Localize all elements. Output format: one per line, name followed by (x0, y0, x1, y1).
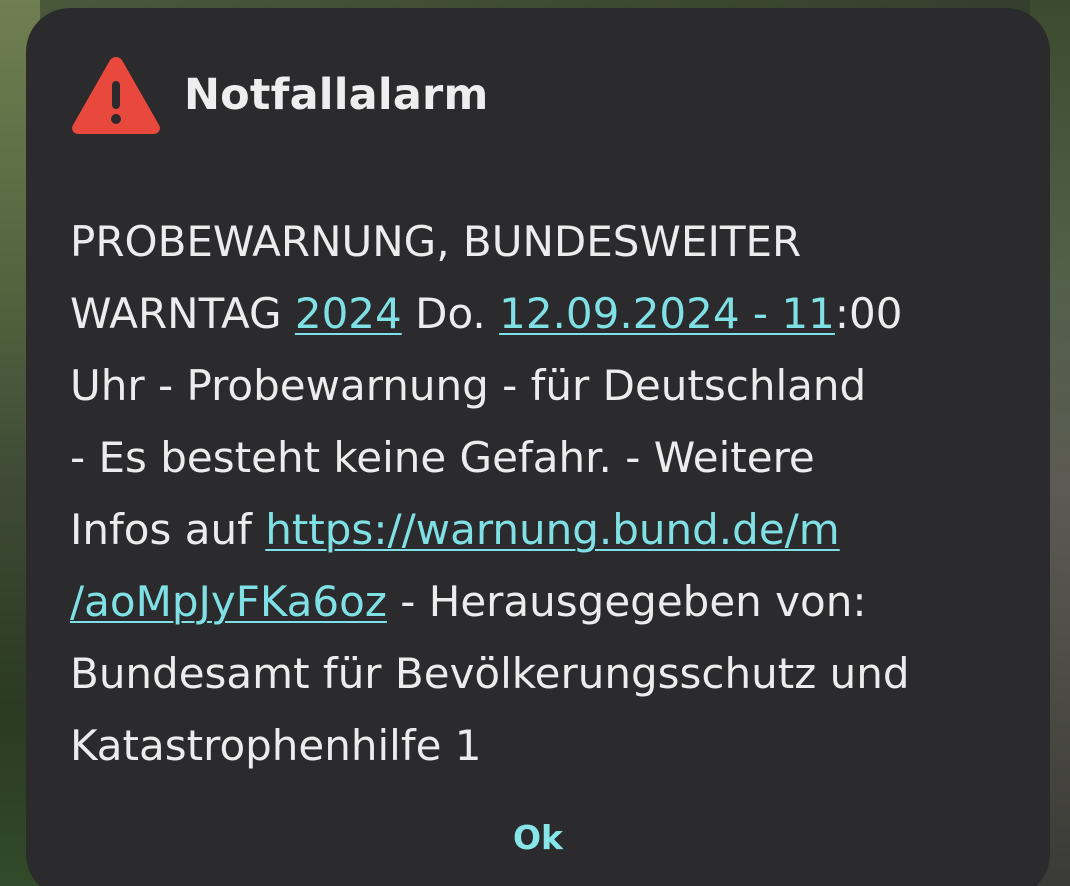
message-line-4: - Es besteht keine Gefahr. - Weitere (70, 433, 815, 482)
message-text: - Herausgegeben von: (386, 577, 867, 626)
message-text: WARNTAG (70, 289, 295, 338)
message-line-8: Katastrophenhilfe 1 (70, 721, 482, 770)
warning-url-link[interactable]: https://warnung.bund.de/m (265, 505, 840, 554)
warning-triangle-icon (72, 57, 160, 134)
message-text: Infos auf (70, 505, 266, 554)
dialog-title: Notfallalarm (184, 70, 489, 120)
warning-url-link-continued[interactable]: /aoMpJyFKa6oz (70, 577, 387, 626)
date-time-link[interactable]: 12.09.2024 - 11 (499, 289, 835, 338)
ok-button[interactable]: Ok (488, 808, 588, 868)
message-line-1: PROBEWARNUNG, BUNDESWEITER (70, 217, 802, 266)
message-line-7: Bundesamt für Bevölkerungsschutz und (70, 649, 910, 698)
year-link[interactable]: 2024 (295, 289, 402, 338)
emergency-alert-dialog: Notfallalarm PROBEWARNUNG, BUNDESWEITER W… (26, 8, 1050, 886)
message-line-3: Uhr - Probewarnung - für Deutschland (70, 361, 867, 410)
message-text: :00 (834, 289, 903, 338)
alert-message: PROBEWARNUNG, BUNDESWEITER WARNTAG 2024 D… (70, 206, 1020, 782)
message-text: Do. (401, 289, 500, 338)
dialog-header: Notfallalarm (70, 50, 488, 140)
